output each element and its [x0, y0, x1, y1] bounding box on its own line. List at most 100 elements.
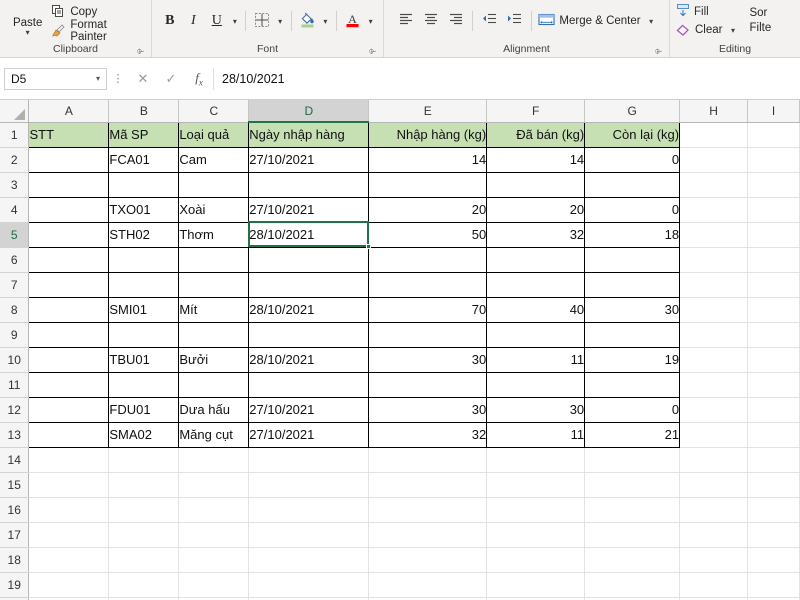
- table-row[interactable]: 6: [0, 247, 800, 273]
- cell-B19[interactable]: [108, 572, 180, 598]
- cell-C15[interactable]: [178, 472, 250, 498]
- cell-A15[interactable]: [28, 472, 110, 498]
- cell-H2[interactable]: [679, 147, 749, 173]
- cell-F6[interactable]: [486, 247, 586, 273]
- cell-E19[interactable]: [368, 572, 488, 598]
- cell-E4[interactable]: 20: [368, 197, 488, 223]
- cell-A5[interactable]: [28, 222, 110, 248]
- cell-C4[interactable]: Xoài: [178, 197, 250, 223]
- column-header-a[interactable]: A: [28, 100, 110, 123]
- cell-B6[interactable]: [108, 247, 180, 273]
- cell-D15[interactable]: [248, 472, 370, 498]
- fill-color-button[interactable]: [296, 10, 320, 33]
- cell-A12[interactable]: [28, 397, 110, 423]
- table-row[interactable]: 12 FDU01 Dưa hấu 27/10/2021 30 30 0: [0, 397, 800, 423]
- more-vertical-icon[interactable]: ⋮: [107, 72, 129, 85]
- cell-B1[interactable]: Mã SP: [108, 122, 180, 148]
- cell-B14[interactable]: [108, 447, 180, 473]
- cell-G14[interactable]: [584, 447, 681, 473]
- cell-H5[interactable]: [679, 222, 749, 248]
- format-painter-button[interactable]: Format Painter: [51, 19, 145, 43]
- cell-D16[interactable]: [248, 497, 370, 523]
- cell-F7[interactable]: [486, 272, 586, 298]
- cell-C2[interactable]: Cam: [178, 147, 250, 173]
- cell-B2[interactable]: FCA01: [108, 147, 180, 173]
- cell-D13[interactable]: 27/10/2021: [248, 422, 370, 448]
- cell-B12[interactable]: FDU01: [108, 397, 180, 423]
- cell-G12[interactable]: 0: [584, 397, 681, 423]
- cell-B18[interactable]: [108, 547, 180, 573]
- table-row[interactable]: 11: [0, 372, 800, 398]
- cell-G17[interactable]: [584, 522, 681, 548]
- cell-I13[interactable]: [747, 422, 800, 448]
- cell-B17[interactable]: [108, 522, 180, 548]
- cell-B10[interactable]: TBU01: [108, 347, 180, 373]
- row-header-1[interactable]: 1: [0, 122, 30, 148]
- cell-B11[interactable]: [108, 372, 180, 398]
- cancel-x-icon[interactable]: ✕: [129, 71, 157, 87]
- cell-G6[interactable]: [584, 247, 681, 273]
- cell-C13[interactable]: Măng cụt: [178, 422, 250, 448]
- row-header-9[interactable]: 9: [0, 322, 30, 348]
- cell-E15[interactable]: [368, 472, 488, 498]
- cell-A13[interactable]: [28, 422, 110, 448]
- cell-E13[interactable]: 32: [368, 422, 488, 448]
- cell-F1[interactable]: Đã bán (kg): [486, 122, 586, 148]
- row-header-16[interactable]: 16: [0, 497, 30, 523]
- row-header-15[interactable]: 15: [0, 472, 30, 498]
- cell-E9[interactable]: [368, 322, 488, 348]
- cell-H1[interactable]: [679, 122, 749, 148]
- sheet-table[interactable]: A B C D E F G H I 1 STT Mã SP Loại quả Ngày nhập hàng…: [0, 100, 800, 600]
- clipboard-dialog-launcher-icon[interactable]: ⌱: [137, 46, 147, 56]
- cell-H18[interactable]: [679, 547, 749, 573]
- cell-D11[interactable]: [248, 372, 370, 398]
- row-header-18[interactable]: 18: [0, 547, 30, 573]
- cell-A17[interactable]: [28, 522, 110, 548]
- cell-D8[interactable]: 28/10/2021: [248, 297, 370, 323]
- align-center-button[interactable]: [418, 10, 443, 33]
- cell-G11[interactable]: [584, 372, 681, 398]
- cell-I2[interactable]: [747, 147, 800, 173]
- cell-G19[interactable]: [584, 572, 681, 598]
- cell-D17[interactable]: [248, 522, 370, 548]
- cell-B15[interactable]: [108, 472, 180, 498]
- row-header-2[interactable]: 2: [0, 147, 30, 173]
- cell-B16[interactable]: [108, 497, 180, 523]
- cell-H11[interactable]: [679, 372, 749, 398]
- cell-I1[interactable]: [747, 122, 800, 148]
- underline-button[interactable]: U: [205, 10, 229, 33]
- row-header-6[interactable]: 6: [0, 247, 30, 273]
- cell-C19[interactable]: [178, 572, 250, 598]
- cell-F14[interactable]: [486, 447, 586, 473]
- cell-F16[interactable]: [486, 497, 586, 523]
- cell-H7[interactable]: [679, 272, 749, 298]
- cell-C7[interactable]: [178, 272, 250, 298]
- cell-I3[interactable]: [747, 172, 800, 198]
- cell-D2[interactable]: 27/10/2021: [248, 147, 370, 173]
- table-row[interactable]: 3: [0, 172, 800, 198]
- cell-A18[interactable]: [28, 547, 110, 573]
- cell-B5[interactable]: STH02: [108, 222, 180, 248]
- cell-A8[interactable]: [28, 297, 110, 323]
- cell-D9[interactable]: [248, 322, 370, 348]
- cell-E7[interactable]: [368, 272, 488, 298]
- cell-G1[interactable]: Còn lại (kg): [584, 122, 681, 148]
- cell-A9[interactable]: [28, 322, 110, 348]
- cell-C12[interactable]: Dưa hấu: [178, 397, 250, 423]
- cell-D12[interactable]: 27/10/2021: [248, 397, 370, 423]
- column-header-b[interactable]: B: [108, 100, 180, 123]
- borders-chevron-down-icon[interactable]: ▾: [274, 10, 287, 33]
- row-header-19[interactable]: 19: [0, 572, 30, 598]
- cell-D5[interactable]: 28/10/2021: [248, 222, 370, 248]
- cell-D6[interactable]: [248, 247, 370, 273]
- cell-I4[interactable]: [747, 197, 800, 223]
- cell-E16[interactable]: [368, 497, 488, 523]
- chevron-down-icon[interactable]: ▾: [26, 28, 30, 37]
- cell-A14[interactable]: [28, 447, 110, 473]
- cell-H14[interactable]: [679, 447, 749, 473]
- cell-A4[interactable]: [28, 197, 110, 223]
- table-row[interactable]: 14: [0, 447, 800, 473]
- cell-I10[interactable]: [747, 347, 800, 373]
- fx-icon[interactable]: fx: [185, 70, 213, 88]
- row-header-7[interactable]: 7: [0, 272, 30, 298]
